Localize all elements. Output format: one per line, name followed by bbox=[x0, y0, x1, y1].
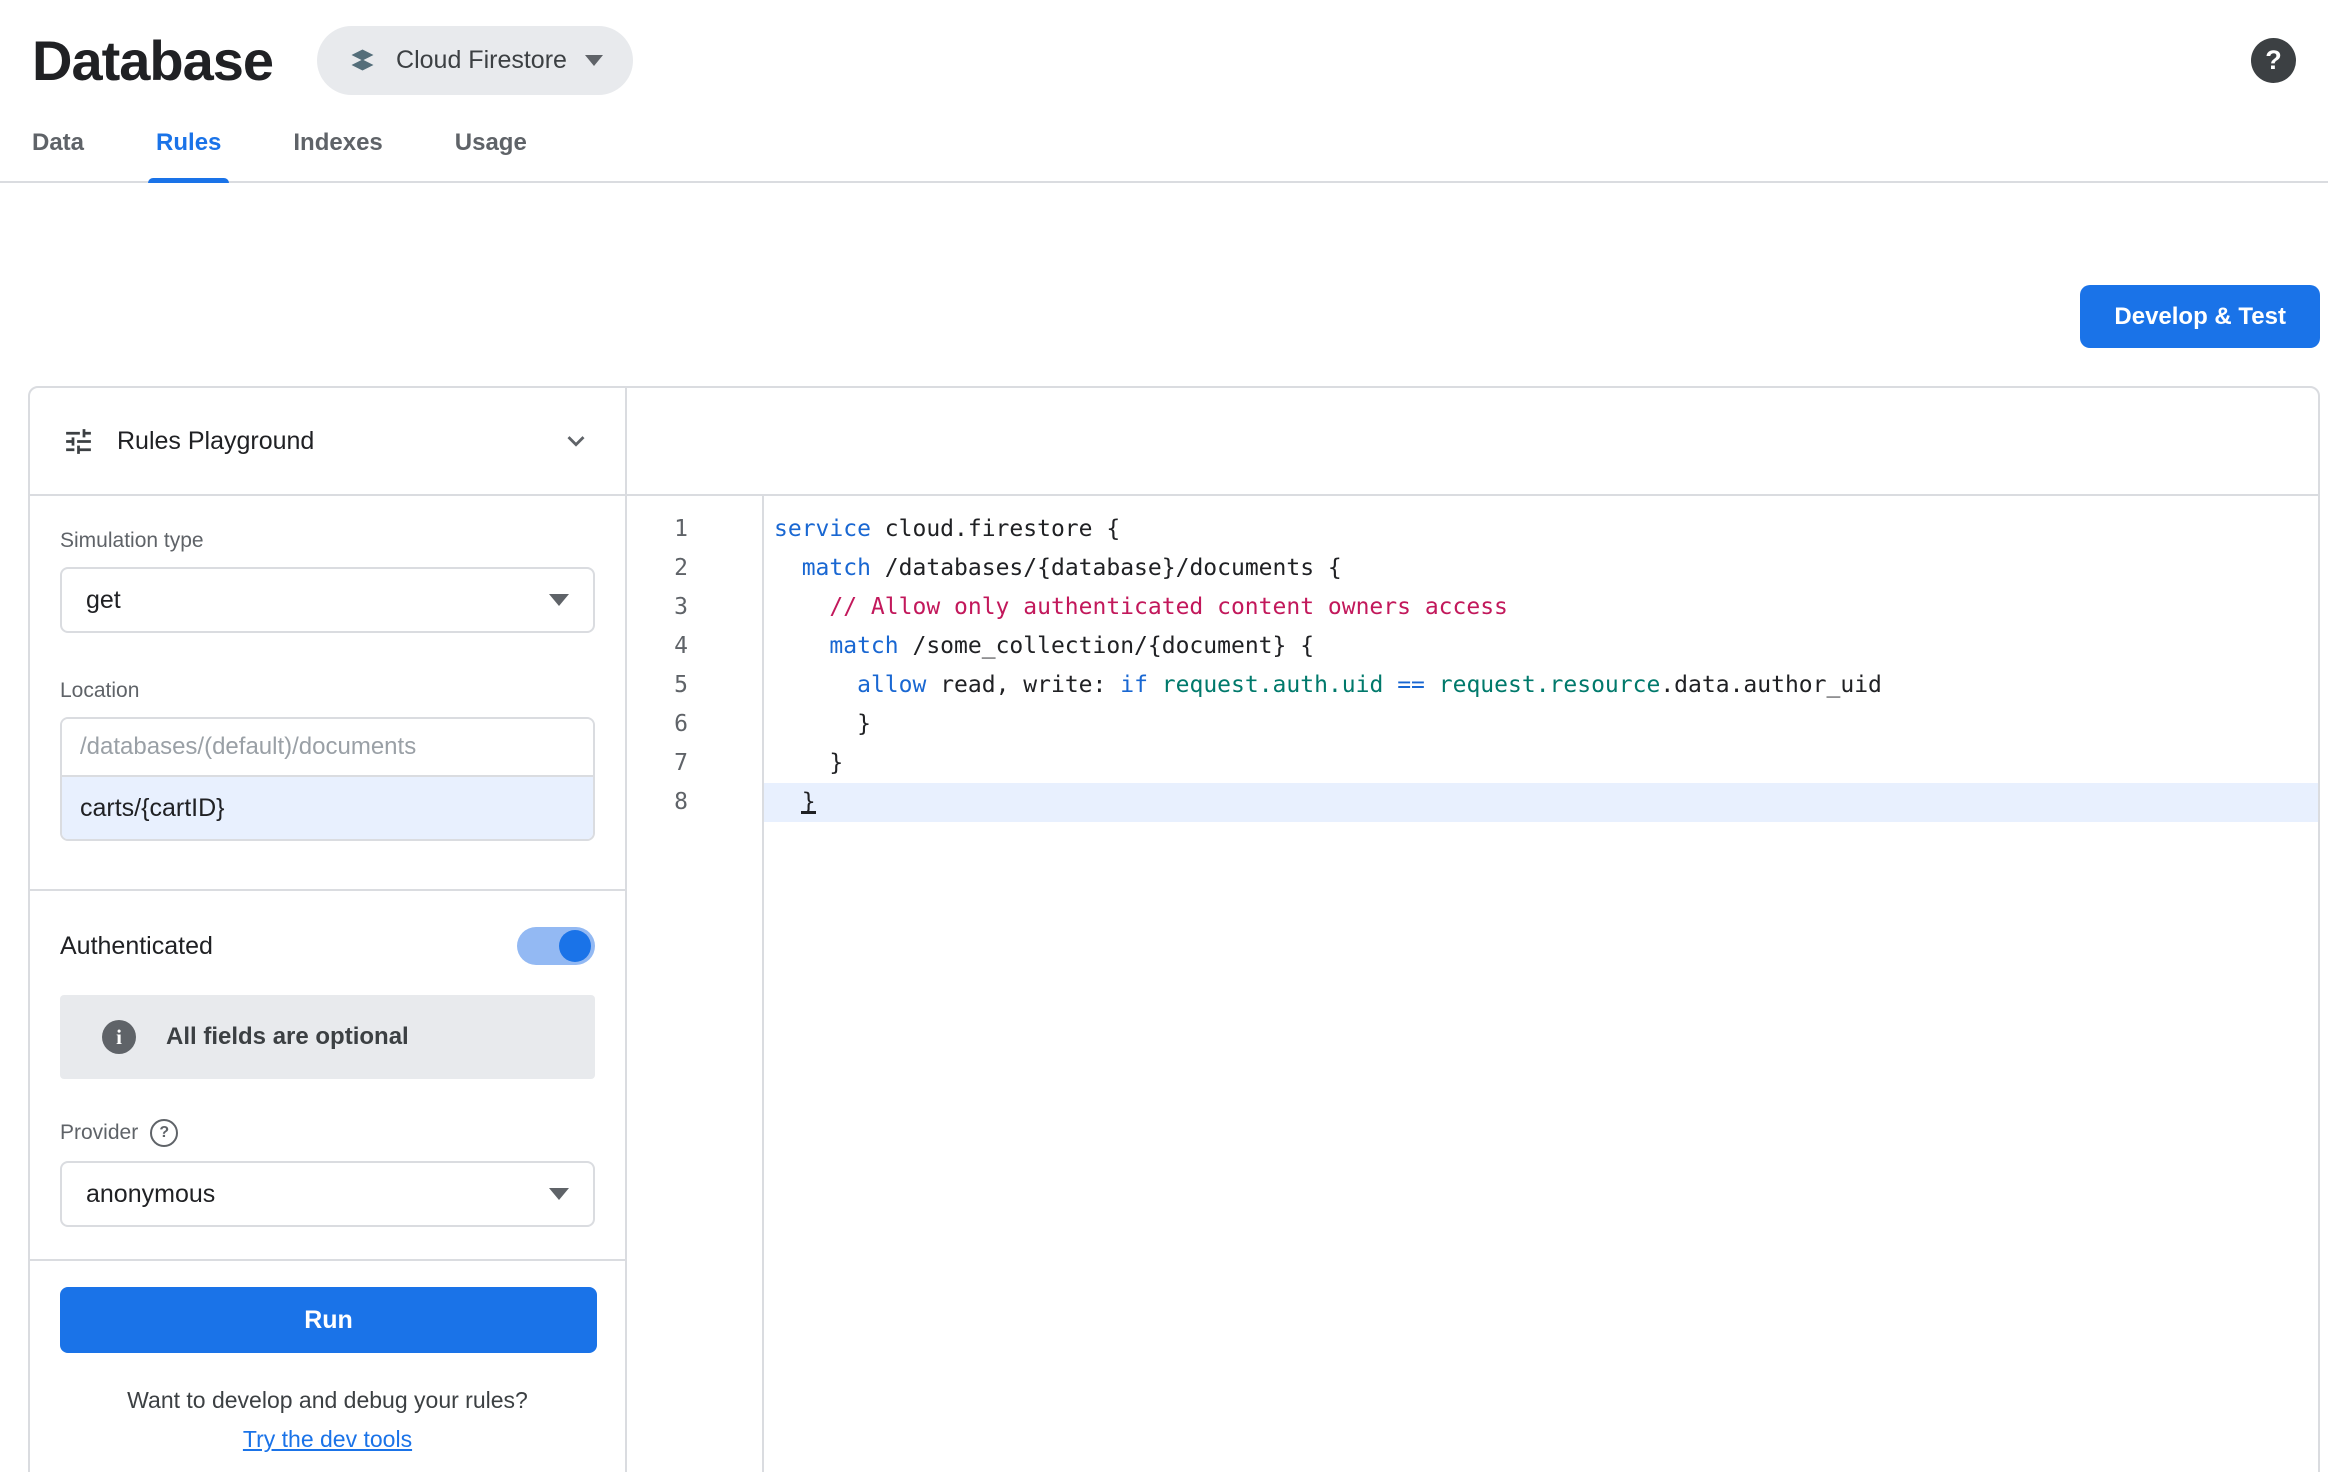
location-prefix: /databases/(default)/documents bbox=[62, 719, 593, 775]
divider bbox=[30, 889, 625, 891]
code-line[interactable]: service cloud.firestore { bbox=[764, 510, 2318, 549]
code-token: /databases/{database}/documents { bbox=[871, 555, 1342, 581]
info-banner: i All fields are optional bbox=[60, 995, 595, 1079]
firestore-icon bbox=[347, 45, 378, 76]
authenticated-label: Authenticated bbox=[60, 932, 213, 961]
code-token bbox=[774, 633, 829, 659]
code-line[interactable]: match /some_collection/{document} { bbox=[764, 627, 2318, 666]
code-line[interactable]: } bbox=[764, 783, 2318, 822]
develop-test-button[interactable]: Develop & Test bbox=[2080, 285, 2320, 348]
location-label: Location bbox=[60, 679, 595, 703]
tab-data[interactable]: Data bbox=[24, 109, 92, 181]
code-token: == bbox=[1397, 672, 1425, 698]
rules-card: Rules Playground Simulation type get Loc… bbox=[28, 386, 2320, 1472]
line-number: 1 bbox=[627, 510, 762, 549]
line-number: 7 bbox=[627, 744, 762, 783]
code-token bbox=[1383, 672, 1397, 698]
run-button[interactable]: Run bbox=[60, 1287, 597, 1353]
info-icon: i bbox=[102, 1020, 136, 1054]
code-token: /some_collection/{document} { bbox=[899, 633, 1314, 659]
provider-row: Provider ? bbox=[60, 1119, 595, 1147]
code-token: .data.author_uid bbox=[1660, 672, 1882, 698]
code-token bbox=[774, 555, 802, 581]
location-input-group: /databases/(default)/documents carts/{ca… bbox=[60, 717, 595, 841]
location-input[interactable]: carts/{cartID} bbox=[62, 775, 593, 839]
actions-row: Develop & Test bbox=[0, 183, 2328, 386]
firestore-rules-page: Database Cloud Firestore ? Data Rules In… bbox=[0, 0, 2328, 1472]
editor-gutter: 12345678 bbox=[627, 496, 764, 1472]
code-token bbox=[774, 594, 829, 620]
product-selector-label: Cloud Firestore bbox=[396, 46, 567, 75]
dev-tools-link[interactable]: Try the dev tools bbox=[30, 1426, 625, 1453]
code-token: read, write: bbox=[926, 672, 1120, 698]
card-header: Rules Playground bbox=[30, 388, 2318, 496]
chevron-down-icon bbox=[585, 55, 603, 66]
page-title: Database bbox=[32, 28, 273, 93]
tab-bar: Data Rules Indexes Usage bbox=[0, 109, 2328, 183]
tune-icon bbox=[62, 425, 95, 458]
code-line[interactable]: } bbox=[764, 705, 2318, 744]
code-token bbox=[1148, 672, 1162, 698]
collapse-chevron-icon[interactable] bbox=[559, 424, 593, 458]
editor-code[interactable]: service cloud.firestore { match /databas… bbox=[764, 496, 2318, 1472]
code-token: cloud.firestore { bbox=[871, 516, 1120, 542]
code-token bbox=[774, 672, 857, 698]
text-cursor bbox=[801, 811, 816, 814]
tab-indexes[interactable]: Indexes bbox=[285, 109, 390, 181]
line-number: 8 bbox=[627, 783, 762, 822]
code-token: } bbox=[774, 750, 843, 776]
simulation-type-value: get bbox=[86, 586, 121, 615]
line-number: 2 bbox=[627, 549, 762, 588]
code-line[interactable]: match /databases/{database}/documents { bbox=[764, 549, 2318, 588]
code-token: request.auth.uid bbox=[1162, 672, 1384, 698]
toggle-knob bbox=[559, 930, 591, 962]
card-body: Simulation type get Location /databases/… bbox=[30, 496, 2318, 1472]
rules-editor[interactable]: 12345678 service cloud.firestore { match… bbox=[627, 496, 2318, 1472]
help-icon[interactable]: ? bbox=[2251, 38, 2296, 83]
code-token: service bbox=[774, 516, 871, 542]
provider-select[interactable]: anonymous bbox=[60, 1161, 595, 1227]
simulation-type-label: Simulation type bbox=[60, 529, 595, 553]
tab-rules[interactable]: Rules bbox=[148, 109, 229, 181]
authenticated-toggle[interactable] bbox=[517, 927, 595, 965]
line-number: 4 bbox=[627, 627, 762, 666]
info-banner-text: All fields are optional bbox=[166, 1023, 409, 1051]
code-line[interactable]: } bbox=[764, 744, 2318, 783]
code-token: } bbox=[774, 711, 871, 737]
code-token: request.resource bbox=[1439, 672, 1661, 698]
code-token: match bbox=[829, 633, 898, 659]
provider-value: anonymous bbox=[86, 1180, 215, 1209]
rules-playground-title: Rules Playground bbox=[117, 427, 314, 456]
chevron-down-icon bbox=[549, 594, 569, 606]
divider bbox=[30, 1259, 625, 1261]
rules-playground-panel: Simulation type get Location /databases/… bbox=[30, 496, 627, 1472]
provider-help-icon[interactable]: ? bbox=[150, 1119, 178, 1147]
line-number: 5 bbox=[627, 666, 762, 705]
chevron-down-icon bbox=[549, 1188, 569, 1200]
product-selector[interactable]: Cloud Firestore bbox=[317, 26, 633, 95]
code-line[interactable]: // Allow only authenticated content owne… bbox=[764, 588, 2318, 627]
code-token: // Allow only authenticated content owne… bbox=[829, 594, 1508, 620]
dev-tools-text: Want to develop and debug your rules? bbox=[30, 1387, 625, 1414]
app-header: Database Cloud Firestore ? bbox=[0, 0, 2328, 101]
provider-label: Provider bbox=[60, 1121, 138, 1145]
line-number: 3 bbox=[627, 588, 762, 627]
code-token: match bbox=[802, 555, 871, 581]
rules-playground-header[interactable]: Rules Playground bbox=[30, 388, 627, 494]
authenticated-row: Authenticated bbox=[60, 927, 595, 965]
code-token bbox=[1425, 672, 1439, 698]
code-line[interactable]: allow read, write: if request.auth.uid =… bbox=[764, 666, 2318, 705]
tab-usage[interactable]: Usage bbox=[447, 109, 535, 181]
code-token: allow bbox=[857, 672, 926, 698]
code-token: if bbox=[1120, 672, 1148, 698]
line-number: 6 bbox=[627, 705, 762, 744]
editor-header bbox=[627, 388, 2318, 494]
simulation-type-select[interactable]: get bbox=[60, 567, 595, 633]
